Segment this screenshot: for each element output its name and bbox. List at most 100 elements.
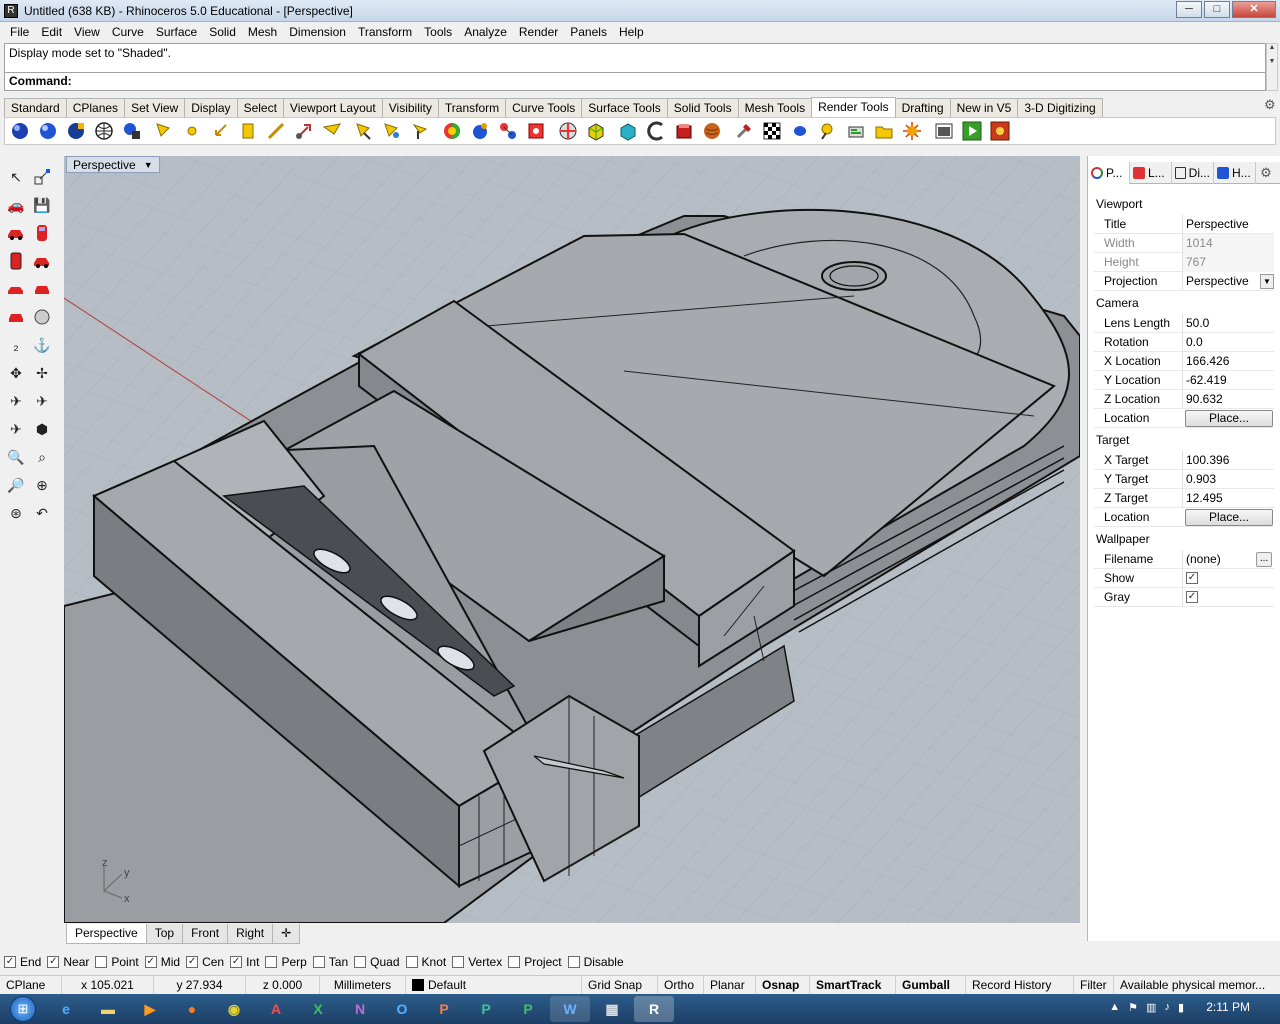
cube-view-icon[interactable]: ⬢ xyxy=(30,417,54,441)
lens-length-value[interactable]: 50.0 xyxy=(1182,313,1274,333)
matchtool-icon[interactable] xyxy=(733,120,755,142)
plane-icon[interactable]: ✈ xyxy=(4,389,28,413)
osnap-cen-checkbox[interactable]: ✓ xyxy=(186,956,199,968)
osnap-near[interactable]: ✓ Near xyxy=(47,955,89,969)
planar-toggle[interactable]: Planar xyxy=(704,975,756,995)
word-icon[interactable]: W xyxy=(550,996,590,1022)
ie-icon[interactable]: e xyxy=(46,996,86,1022)
osnap-disable-checkbox[interactable] xyxy=(567,956,580,968)
car-small-2-icon[interactable] xyxy=(30,277,54,301)
osnap-knot-checkbox[interactable] xyxy=(405,956,418,968)
render-preview-icon[interactable] xyxy=(37,120,59,142)
add-viewport-tab-icon[interactable]: ✛ xyxy=(272,924,301,944)
material-editor-icon[interactable] xyxy=(409,120,431,142)
gumball-icon[interactable]: ⚓ xyxy=(30,333,54,357)
point-light-icon[interactable] xyxy=(181,120,203,142)
car-tiny-icon[interactable] xyxy=(4,305,28,329)
osnap-perp[interactable]: Perp xyxy=(265,955,307,969)
menu-file[interactable]: File xyxy=(4,25,35,39)
osnap-point[interactable]: Point xyxy=(95,955,139,969)
rotate-view-icon[interactable]: ✢ xyxy=(30,361,54,385)
maximize-button[interactable]: □ xyxy=(1204,1,1230,18)
panel-gear-icon[interactable]: ⚙ xyxy=(1256,162,1276,183)
car-small-icon[interactable] xyxy=(4,277,28,301)
texture-icon[interactable] xyxy=(469,120,491,142)
x-location-value[interactable]: 166.426 xyxy=(1182,351,1274,371)
smarttrack-toggle[interactable]: SmartTrack xyxy=(810,975,896,995)
light-edit-icon[interactable] xyxy=(353,120,375,142)
sphere-gray-icon[interactable] xyxy=(30,305,54,329)
render-sphere-icon[interactable] xyxy=(9,120,31,142)
x-target-value[interactable]: 100.396 xyxy=(1182,450,1274,470)
osnap-toggle[interactable]: Osnap xyxy=(756,975,810,995)
car-gray-icon[interactable]: 🚗 xyxy=(4,193,28,217)
y-target-value[interactable]: 0.903 xyxy=(1182,469,1274,489)
title-value[interactable]: Perspective xyxy=(1182,214,1274,234)
osnap-cen[interactable]: ✓ Cen xyxy=(186,955,224,969)
spotlight-icon[interactable] xyxy=(153,120,175,142)
osnap-tan[interactable]: Tan xyxy=(312,955,348,969)
osnap-mid[interactable]: ✓ Mid xyxy=(144,955,180,969)
linear-light-icon[interactable] xyxy=(265,120,287,142)
light-array-icon[interactable] xyxy=(293,120,315,142)
menu-transform[interactable]: Transform xyxy=(352,25,418,39)
tab-standard[interactable]: Standard xyxy=(4,98,67,117)
osnap-knot[interactable]: Knot xyxy=(405,955,446,969)
tab-mesh-tools[interactable]: Mesh Tools xyxy=(737,98,813,117)
menu-mesh[interactable]: Mesh xyxy=(242,25,283,39)
firefox-icon[interactable]: ● xyxy=(172,996,212,1022)
zoom-target-icon[interactable]: ⊛ xyxy=(4,501,28,525)
close-button[interactable]: ✕ xyxy=(1232,1,1276,18)
osnap-project[interactable]: Project xyxy=(508,955,562,969)
start-button[interactable]: ⊞ xyxy=(0,994,46,1024)
disk-icon[interactable]: 💾 xyxy=(30,193,54,217)
minimize-button[interactable]: ─ xyxy=(1176,1,1202,18)
tray-power-icon[interactable]: ▮ xyxy=(1178,1001,1184,1014)
wood-texture-icon[interactable] xyxy=(701,120,723,142)
explorer-icon[interactable]: ▬ xyxy=(88,996,128,1022)
play-icon[interactable] xyxy=(961,120,983,142)
tray-flag-icon[interactable]: ⚑ xyxy=(1128,1001,1138,1014)
tab-viewport-layout[interactable]: Viewport Layout xyxy=(282,98,383,117)
ground-plane-icon[interactable] xyxy=(557,120,579,142)
car-red-icon[interactable] xyxy=(4,221,28,245)
target-place-button[interactable]: Place... xyxy=(1185,508,1273,526)
menu-solid[interactable]: Solid xyxy=(203,25,242,39)
projection-select[interactable]: Perspective ▼ xyxy=(1182,271,1274,291)
rotation-value[interactable]: 0.0 xyxy=(1182,332,1274,352)
environment-icon[interactable] xyxy=(525,120,547,142)
point-edit-icon[interactable] xyxy=(30,165,54,189)
light-target-icon[interactable] xyxy=(381,120,403,142)
calculator-icon[interactable]: ▦ xyxy=(592,996,632,1022)
publisher-icon[interactable]: P xyxy=(466,996,506,1022)
rhino-icon[interactable]: R xyxy=(634,996,674,1022)
select-arrow-icon[interactable]: ↖ xyxy=(4,165,28,189)
model-canvas[interactable]: z y x xyxy=(64,156,1080,923)
car-red-front-icon[interactable] xyxy=(30,221,54,245)
zoom-2-icon[interactable]: ₂ xyxy=(4,333,28,357)
browse-button[interactable]: ... xyxy=(1256,551,1272,567)
tray-expand-icon[interactable]: ▲ xyxy=(1109,1001,1120,1014)
menu-edit[interactable]: Edit xyxy=(35,25,68,39)
osnap-perp-checkbox[interactable] xyxy=(265,956,278,968)
osnap-vertex[interactable]: Vertex xyxy=(452,955,502,969)
render-mesh-icon[interactable] xyxy=(93,120,115,142)
taskbar-clock[interactable]: 2:11 PM xyxy=(1206,1000,1250,1014)
record-history-toggle[interactable]: Record History xyxy=(966,975,1074,995)
menu-panels[interactable]: Panels xyxy=(564,25,613,39)
snapshot-icon[interactable] xyxy=(817,120,839,142)
filename-value[interactable]: (none)... xyxy=(1182,549,1274,569)
media-icon[interactable]: ▶ xyxy=(130,996,170,1022)
camera-place-button[interactable]: Place... xyxy=(1185,409,1273,427)
decal-icon[interactable] xyxy=(585,120,607,142)
command-scrollbar[interactable]: ▲ ▼ xyxy=(1266,43,1278,91)
sun-settings-icon[interactable] xyxy=(845,120,867,142)
zoom-icon[interactable]: 🔍 xyxy=(4,445,28,469)
menu-view[interactable]: View xyxy=(68,25,106,39)
tab-3d-digitizing[interactable]: 3-D Digitizing xyxy=(1017,98,1103,117)
menu-analyze[interactable]: Analyze xyxy=(458,25,513,39)
tab-transform[interactable]: Transform xyxy=(437,98,507,117)
record-icon[interactable] xyxy=(989,120,1011,142)
zoom-window-icon[interactable]: ⌕ xyxy=(30,445,54,469)
panel-tab-properties[interactable]: P... xyxy=(1088,162,1130,184)
